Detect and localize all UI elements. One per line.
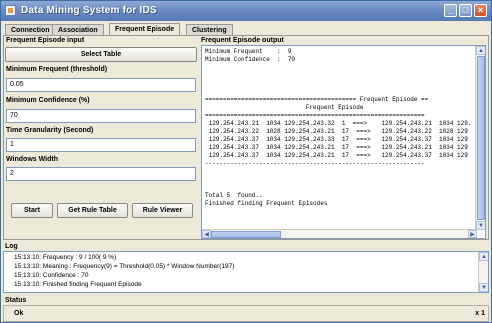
scroll-down-icon[interactable]: ▼ xyxy=(476,221,485,230)
output-panel-title: Frequent Episode output xyxy=(201,37,284,44)
min-confidence-field[interactable]: 70 xyxy=(6,109,196,123)
min-frequent-field[interactable]: 0.05 xyxy=(6,78,196,92)
output-area[interactable]: Minimum Frequent : 9 Minimum Confidence … xyxy=(201,45,486,239)
log-title: Log xyxy=(5,243,18,250)
log-scrollbar[interactable]: ▲ ▼ xyxy=(478,252,488,292)
time-granularity-field[interactable]: 1 xyxy=(6,138,196,152)
start-button[interactable]: Start xyxy=(11,203,53,218)
select-table-button[interactable]: Select Table xyxy=(5,47,197,62)
title-bar[interactable]: Data Mining System for IDS _ □ × xyxy=(1,1,491,21)
minimize-button[interactable]: _ xyxy=(444,4,457,17)
output-vertical-scrollbar[interactable]: ▲ ▼ xyxy=(475,46,485,230)
main-window: Data Mining System for IDS _ □ × Connect… xyxy=(0,0,492,323)
min-frequent-label: Minimum Frequent (threshold) xyxy=(6,66,108,73)
log-line: 15:13:10: Meaning : Frequency(9) = Thres… xyxy=(14,263,235,270)
scroll-up-icon[interactable]: ▲ xyxy=(476,46,485,55)
log-line: 15:13:10: Frequency : 9 / 100( 9 %) xyxy=(14,254,117,261)
get-rule-table-button[interactable]: Get Rule Table xyxy=(57,203,128,218)
min-confidence-label: Minimum Confidence (%) xyxy=(6,97,90,104)
log-line: 15:13:10: Finished finding Frequent Epis… xyxy=(14,281,142,288)
output-horizontal-scrollbar[interactable]: ◀ ▶ xyxy=(202,229,477,238)
scroll-left-icon[interactable]: ◀ xyxy=(202,230,211,238)
status-close-mark[interactable]: x 1 xyxy=(475,310,485,317)
log-area[interactable]: 15:13:10: Frequency : 9 / 100( 9 %) 15:1… xyxy=(3,251,489,293)
window-width-label: Windows Width xyxy=(6,156,58,163)
log-line: 15:13:10: Confidence : 70 xyxy=(14,272,89,279)
app-icon xyxy=(5,5,16,16)
log-scroll-down-icon[interactable]: ▼ xyxy=(479,283,488,292)
output-text: Minimum Frequent : 9 Minimum Confidence … xyxy=(205,48,472,207)
status-bar: Ok x 1 xyxy=(3,305,489,322)
log-scroll-up-icon[interactable]: ▲ xyxy=(479,252,488,261)
status-text: Ok xyxy=(14,310,24,317)
output-horizontal-scroll-thumb[interactable] xyxy=(211,231,281,238)
scroll-right-icon[interactable]: ▶ xyxy=(468,230,477,238)
window-title: Data Mining System for IDS xyxy=(21,5,157,16)
input-panel-title: Frequent Episode input xyxy=(6,37,85,44)
output-vertical-scroll-thumb[interactable] xyxy=(477,56,485,220)
status-title: Status xyxy=(5,297,27,304)
time-granularity-label: Time Granularity (Second) xyxy=(6,127,94,134)
close-button[interactable]: × xyxy=(474,4,487,17)
window-width-field[interactable]: 2 xyxy=(6,167,196,181)
input-panel: Select Table Minimum Frequent (threshold… xyxy=(5,45,197,237)
rule-viewer-button[interactable]: Rule Viewer xyxy=(132,203,193,218)
maximize-button[interactable]: □ xyxy=(459,4,472,17)
